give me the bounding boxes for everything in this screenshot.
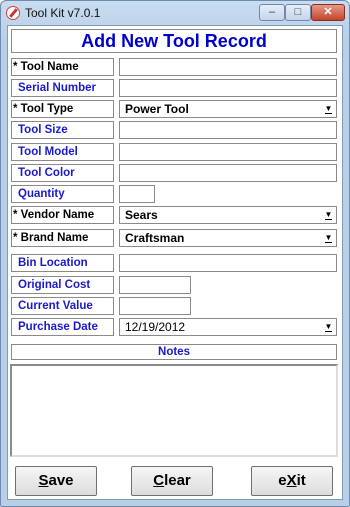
form-title: Add New Tool Record: [11, 29, 337, 53]
clear-mnemonic: C: [153, 472, 165, 489]
original-cost-label: Original Cost: [11, 276, 114, 294]
form-client-area: Add New Tool Record * Tool Name Serial N…: [7, 25, 343, 500]
current-value-field[interactable]: [119, 297, 191, 315]
bin-location-label: Bin Location: [11, 254, 114, 272]
exit-button[interactable]: eXit: [251, 466, 333, 496]
brand-name-label: * Brand Name: [11, 229, 114, 247]
tool-kit-app-icon: [6, 6, 20, 20]
vendor-name-value: Sears: [125, 208, 158, 222]
tool-model-field[interactable]: [119, 143, 337, 161]
clear-label-rest: lear: [164, 472, 191, 489]
quantity-label: Quantity: [11, 185, 114, 203]
save-mnemonic: S: [38, 472, 49, 489]
tool-type-value: Power Tool: [125, 102, 189, 116]
save-label-rest: ave: [48, 472, 74, 489]
tool-type-label: * Tool Type: [11, 100, 114, 118]
brand-name-value: Craftsman: [125, 231, 185, 245]
vendor-name-label: * Vendor Name: [11, 206, 114, 224]
purchase-date-picker[interactable]: 12/19/2012 ▼: [119, 318, 337, 336]
minimize-button[interactable]: –: [259, 4, 285, 21]
tool-size-label: Tool Size: [11, 121, 114, 139]
chevron-down-icon[interactable]: ▼: [323, 232, 334, 244]
tool-size-field[interactable]: [119, 121, 337, 139]
original-cost-field[interactable]: [119, 276, 191, 294]
tool-model-label: Tool Model: [11, 143, 114, 161]
tool-name-field[interactable]: [119, 58, 337, 76]
purchase-date-label: Purchase Date: [11, 318, 114, 336]
vendor-name-select[interactable]: Sears ▼: [119, 206, 337, 224]
title-bar[interactable]: Tool Kit v7.0.1 – □ ✕: [1, 1, 349, 25]
chevron-down-icon[interactable]: ▼: [323, 209, 334, 221]
save-button[interactable]: Save: [15, 466, 97, 496]
quantity-field[interactable]: [119, 185, 155, 203]
serial-number-label: Serial Number: [11, 79, 114, 97]
close-button[interactable]: ✕: [311, 4, 345, 21]
tool-name-label: * Tool Name: [11, 58, 114, 76]
tool-type-select[interactable]: Power Tool ▼: [119, 100, 337, 118]
exit-label-rest: it: [296, 472, 306, 489]
tool-color-label: Tool Color: [11, 164, 114, 182]
clear-button[interactable]: Clear: [131, 466, 213, 496]
serial-number-field[interactable]: [119, 79, 337, 97]
notes-textarea[interactable]: [10, 364, 338, 457]
bin-location-field[interactable]: [119, 254, 337, 272]
current-value-label: Current Value: [11, 297, 114, 315]
app-window: Tool Kit v7.0.1 – □ ✕ Add New Tool Recor…: [0, 0, 350, 507]
notes-header: Notes: [11, 344, 337, 360]
exit-label-pre: e: [278, 472, 287, 489]
tool-color-field[interactable]: [119, 164, 337, 182]
exit-mnemonic: X: [286, 472, 297, 489]
chevron-down-icon[interactable]: ▼: [323, 103, 334, 115]
brand-name-select[interactable]: Craftsman ▼: [119, 229, 337, 247]
maximize-button[interactable]: □: [285, 4, 311, 21]
chevron-down-icon[interactable]: ▼: [323, 321, 334, 333]
purchase-date-value: 12/19/2012: [125, 320, 186, 334]
window-title: Tool Kit v7.0.1: [25, 6, 101, 20]
